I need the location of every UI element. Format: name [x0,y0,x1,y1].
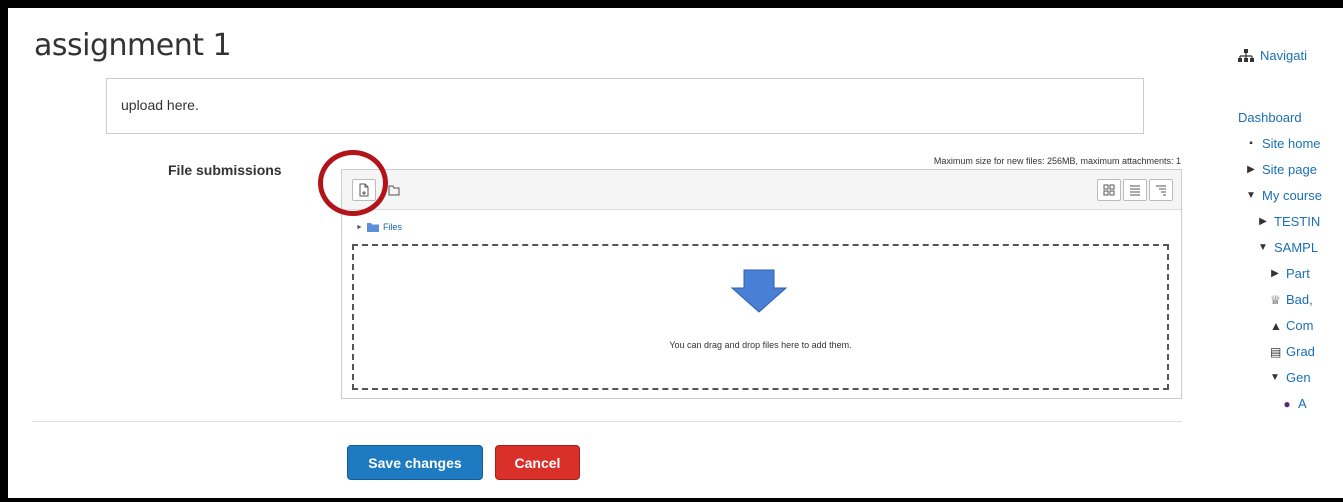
nav-item-label: Gen [1286,370,1311,385]
page-title: assignment 1 [34,28,232,63]
nav-item-site-home[interactable]: ▪ Site home [1246,136,1321,151]
navigation-header: Navigati [1238,48,1307,63]
folder-icon [366,223,379,232]
sitemap-icon [1238,48,1254,62]
nav-item-label: Bad, [1286,292,1313,307]
nav-item-announcements[interactable]: ● A [1282,396,1307,411]
nav-item-general[interactable]: ▼ Gen [1270,370,1311,385]
nav-item-sample[interactable]: ▼ SAMPL [1258,240,1318,255]
nav-item-label: Com [1286,318,1314,333]
nav-item-label: Part [1286,266,1310,281]
grades-icon: ▤ [1270,344,1282,359]
expand-arrow-icon: ► [356,223,363,231]
grid-icon [1103,184,1115,196]
max-size-info: Maximum size for new files: 256MB, maxim… [933,156,1181,166]
add-file-icon [359,183,369,197]
navigation-title: Navigati [1260,48,1307,63]
file-submissions-label: File submissions [168,162,282,178]
drop-zone[interactable]: You can drag and drop files here to add … [352,244,1169,390]
divider [32,421,1182,422]
tree-icon [1156,185,1166,196]
nav-item-badges[interactable]: ♕ Bad, [1270,292,1313,307]
triangle-down-icon: ▼ [1246,190,1256,201]
trophy-icon: ♕ [1270,292,1281,307]
nav-item-competencies[interactable]: ▲ Com [1270,318,1313,333]
nav-item-label: My course [1262,188,1322,203]
list-icon [1130,185,1140,196]
bullet-icon: ▪ [1249,138,1253,149]
online-text-value: upload here. [121,97,199,113]
left-border [0,0,3,502]
view-list-button[interactable] [1123,179,1147,201]
triangle-right-icon: ▶ [1259,216,1267,227]
breadcrumb: ► Files [342,217,1181,237]
nav-item-dashboard[interactable]: Dashboard [1238,110,1302,125]
moodle-page: assignment 1 upload here. File submissio… [8,8,1343,498]
nav-item-label: SAMPL [1274,240,1319,255]
forum-icon: ● [1283,396,1291,411]
path-files-link[interactable]: Files [383,222,402,232]
nav-item-label: Site page [1262,162,1317,177]
triangle-down-icon: ▼ [1258,242,1268,253]
nav-item-label: A [1298,396,1307,411]
nav-item-grades[interactable]: ▤ Grad [1270,344,1315,359]
folder-icon [388,185,400,196]
save-changes-button[interactable]: Save changes [347,445,483,480]
nav-item-testing[interactable]: ▶ TESTIN [1258,214,1320,229]
online-text-editor[interactable]: upload here. [106,78,1144,134]
view-tree-button[interactable] [1149,179,1173,201]
file-manager: ► Files You can drag and drop files here… [341,169,1182,399]
competency-icon: ▲ [1270,318,1282,333]
triangle-right-icon: ▶ [1247,164,1255,175]
nav-item-my-courses[interactable]: ▼ My course [1246,188,1322,203]
file-manager-toolbar [342,170,1181,210]
nav-item-label: Dashboard [1238,110,1302,125]
nav-item-label: Site home [1262,136,1321,151]
drop-zone-text: You can drag and drop files here to add … [669,340,852,350]
nav-item-label: Grad [1286,344,1315,359]
view-icons-button[interactable] [1097,179,1121,201]
nav-item-site-pages[interactable]: ▶ Site page [1246,162,1317,177]
triangle-right-icon: ▶ [1271,268,1279,279]
triangle-down-icon: ▼ [1270,372,1280,383]
cancel-button[interactable]: Cancel [495,445,580,480]
nav-item-label: TESTIN [1274,214,1321,229]
create-folder-button[interactable] [382,179,406,201]
add-file-button[interactable] [352,179,376,201]
nav-item-participants[interactable]: ▶ Part [1270,266,1310,281]
drop-arrow-icon [730,269,788,313]
